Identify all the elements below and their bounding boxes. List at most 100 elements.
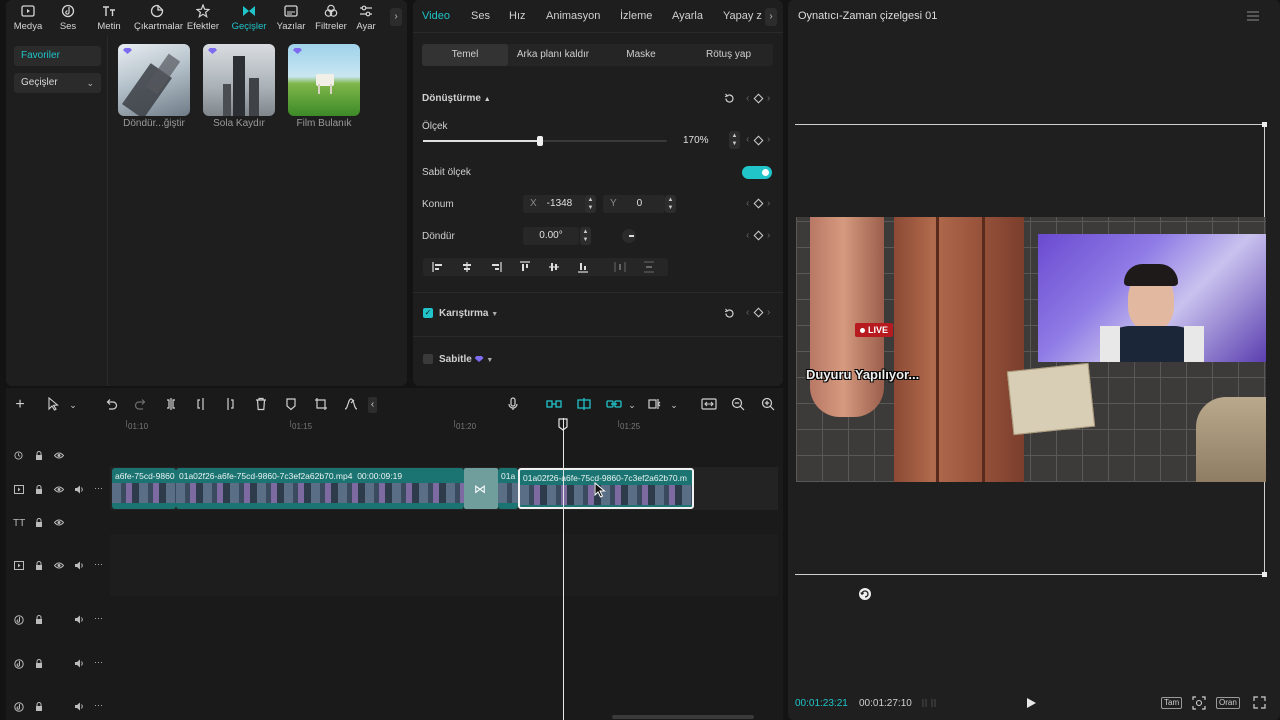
tab-transitions[interactable]: Geçişler <box>227 4 271 32</box>
align-left-icon[interactable] <box>432 261 444 273</box>
keyframe-icon[interactable] <box>753 135 764 146</box>
speaker-icon[interactable] <box>74 702 84 711</box>
tab-tracking[interactable]: İzleme <box>620 10 652 22</box>
more-options-icon[interactable]: ··· <box>94 700 103 710</box>
tab-text[interactable]: Metin <box>87 4 131 32</box>
chevron-down-icon[interactable]: ⌄ <box>65 397 81 413</box>
sidebar-item-favorites[interactable]: Favoriler <box>14 46 101 66</box>
rotate-field[interactable]: 0.00° <box>523 227 579 245</box>
tabs-scroll-right-button[interactable]: › <box>765 8 777 26</box>
keyframe-icon[interactable] <box>753 307 764 318</box>
more-options-icon[interactable]: ··· <box>94 483 103 493</box>
menu-icon[interactable] <box>1247 11 1259 21</box>
sidebar-item-transitions[interactable]: Geçişler ⌄ <box>14 73 101 93</box>
scale-slider-handle[interactable] <box>537 136 544 146</box>
next-keyframe-icon[interactable]: › <box>767 134 770 145</box>
prev-keyframe-icon[interactable]: ‹ <box>746 307 749 318</box>
tab-adjust[interactable]: Ayarla <box>672 10 703 22</box>
scale-stepper[interactable]: ▲ ▼ <box>729 131 740 149</box>
fullscreen-icon[interactable] <box>1253 696 1266 709</box>
zoom-out-icon[interactable] <box>731 397 747 413</box>
lock-icon[interactable] <box>35 615 43 624</box>
selected-video-clip[interactable]: 01a02f26-a6fe-75cd-9860-7c3ef2a62b70.m <box>518 468 694 509</box>
video-clip[interactable]: 01a <box>498 468 518 509</box>
tab-stickers[interactable]: Çıkartmalar <box>134 4 183 32</box>
link-icon[interactable] <box>606 397 622 413</box>
select-pointer-icon[interactable] <box>46 397 62 413</box>
eye-icon[interactable] <box>54 561 64 570</box>
blend-label[interactable]: Karıştırma ▼ <box>439 308 498 319</box>
video-clip[interactable]: a6fe-75cd-9860 <box>112 468 176 509</box>
more-options-icon[interactable]: ··· <box>94 559 103 569</box>
add-icon[interactable]: + <box>12 397 28 413</box>
timeline-ruler[interactable]: 01:10 01:15 01:20 01:25 <box>110 420 783 440</box>
align-center-v-icon[interactable] <box>548 261 560 273</box>
lock-icon[interactable] <box>35 518 43 527</box>
scale-value[interactable]: 170% <box>683 135 709 146</box>
eye-icon[interactable] <box>54 451 64 460</box>
prev-keyframe-icon[interactable]: ‹ <box>746 93 749 104</box>
tab-effects[interactable]: Efektler <box>181 4 225 32</box>
keyframe-icon[interactable] <box>753 93 764 104</box>
resize-handle[interactable] <box>1262 122 1267 127</box>
toolbar-collapse-button[interactable]: ‹ <box>368 397 377 413</box>
redo-icon[interactable] <box>134 397 150 413</box>
speed-curve-icon[interactable] <box>344 397 360 413</box>
zoom-fit-icon[interactable] <box>1192 696 1206 710</box>
transform-section-title[interactable]: Dönüştürme ▲ <box>422 93 491 104</box>
blend-checkbox[interactable]: ✓ <box>423 308 433 318</box>
lock-icon[interactable] <box>35 702 43 711</box>
align-right-icon[interactable] <box>490 261 502 273</box>
delete-icon[interactable] <box>254 397 270 413</box>
reset-icon[interactable] <box>724 93 735 104</box>
lock-icon[interactable] <box>35 659 43 668</box>
transition-card[interactable]: Sola Kaydır <box>203 44 275 129</box>
play-button[interactable] <box>1026 697 1037 709</box>
undo-icon[interactable] <box>104 397 120 413</box>
position-x-stepper[interactable]: ▲ ▼ <box>585 195 596 213</box>
fullscreen-mode-button[interactable]: Tam <box>1161 697 1183 709</box>
align-top-icon[interactable] <box>519 261 531 273</box>
uniform-scale-toggle[interactable] <box>742 166 772 179</box>
lock-icon[interactable] <box>35 561 43 570</box>
position-x-field[interactable]: X -1348 <box>523 195 587 213</box>
tab-media[interactable]: Medya <box>6 4 50 32</box>
transition-marker[interactable]: ⋈ <box>464 468 498 509</box>
eye-icon[interactable] <box>54 518 64 527</box>
timecode-grid-icon[interactable] <box>922 698 936 708</box>
transition-card[interactable]: Film Bulanık <box>288 44 360 129</box>
tab-captions[interactable]: Yazılar <box>269 4 313 32</box>
chevron-down-icon[interactable]: ⌄ <box>624 397 640 413</box>
reset-icon[interactable] <box>724 308 735 319</box>
position-y-stepper[interactable]: ▲ ▼ <box>665 195 676 213</box>
align-bottom-icon[interactable] <box>577 261 589 273</box>
subtab-remove-bg[interactable]: Arka planı kaldır <box>508 44 598 66</box>
zoom-in-icon[interactable] <box>761 397 777 413</box>
microphone-icon[interactable] <box>506 397 522 413</box>
trim-left-icon[interactable] <box>194 397 210 413</box>
video-clip[interactable]: 01a02f26-a6fe-75cd-9860-7c3ef2a62b70.mp4… <box>176 468 464 509</box>
tab-speed[interactable]: Hız <box>509 10 526 22</box>
tab-video[interactable]: Video <box>422 10 450 22</box>
scale-slider[interactable] <box>423 136 667 146</box>
subtab-mask[interactable]: Maske <box>598 44 684 66</box>
speaker-icon[interactable] <box>74 561 84 570</box>
keyframe-icon[interactable] <box>753 198 764 209</box>
main-track-magnet-icon[interactable] <box>546 397 562 413</box>
position-y-field[interactable]: Y0 <box>603 195 665 213</box>
subtab-retouch[interactable]: Rötuş yap <box>684 44 773 66</box>
lock-icon[interactable] <box>35 451 43 460</box>
resize-handle[interactable] <box>1262 572 1267 577</box>
tab-audio[interactable]: Ses <box>46 4 90 32</box>
rotate-handle-icon[interactable] <box>858 587 872 601</box>
crop-icon[interactable] <box>314 397 330 413</box>
marker-icon[interactable] <box>284 397 300 413</box>
chevron-down-icon[interactable]: ⌄ <box>666 397 682 413</box>
eye-icon[interactable] <box>54 485 64 494</box>
tab-adjust[interactable]: Ayar <box>344 4 388 32</box>
playhead[interactable] <box>563 418 564 720</box>
timeline-scrollbar[interactable] <box>612 715 754 719</box>
fit-timeline-icon[interactable] <box>701 397 717 413</box>
align-center-h-icon[interactable] <box>461 261 473 273</box>
more-options-icon[interactable]: ··· <box>94 613 103 623</box>
